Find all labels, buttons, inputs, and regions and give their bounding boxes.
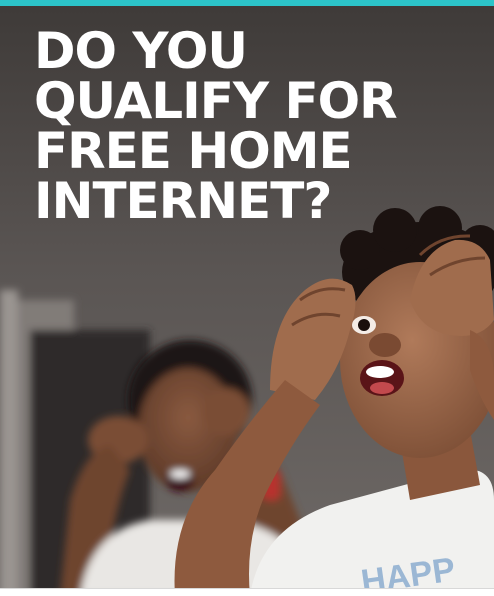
- accent-top-bar: [0, 0, 494, 6]
- bottom-strip: [0, 588, 494, 596]
- headline-line-2: QUALIFY FOR: [34, 72, 398, 130]
- headline-line-4: INTERNET?: [34, 172, 332, 230]
- headline: DO YOU QUALIFY FOR FREE HOME INTERNET?: [34, 26, 474, 226]
- ad-banner[interactable]: HAPP DO YOU QUALIFY FOR FREE HOME INTERN…: [0, 0, 494, 596]
- headline-line-3: FREE HOME: [34, 122, 353, 180]
- headline-line-1: DO YOU: [34, 22, 248, 80]
